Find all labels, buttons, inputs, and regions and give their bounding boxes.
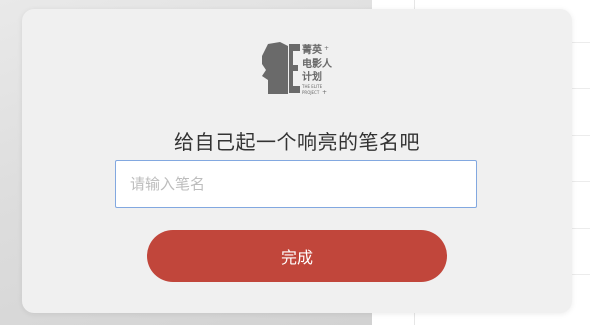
pen-name-dialog: 菁英 + 电影人 计划 THE ELITE PROJECT + 给自己起一个响亮…	[22, 9, 572, 313]
logo-text-line5: PROJECT	[302, 90, 320, 95]
logo-text-line1: 菁英	[302, 43, 323, 56]
dialog-title: 给自己起一个响亮的笔名吧	[174, 130, 420, 154]
logo-text-line2: 电影人	[302, 57, 333, 70]
logo-plus-mark: +	[322, 89, 327, 96]
elite-filmmaker-logo: 菁英 + 电影人 计划 THE ELITE PROJECT +	[258, 40, 338, 98]
pen-name-input[interactable]	[115, 160, 477, 208]
done-button[interactable]: 完成	[147, 230, 447, 282]
logo-plus-mark: +	[324, 45, 329, 52]
logo-mark: 菁英 + 电影人 计划 THE ELITE PROJECT +	[262, 42, 333, 96]
logo-text-line4: THE ELITE	[301, 84, 323, 89]
logo-text-line3: 计划	[302, 70, 322, 83]
screen: 菁英 + 电影人 计划 THE ELITE PROJECT + 给自己起一个响亮…	[0, 0, 590, 325]
